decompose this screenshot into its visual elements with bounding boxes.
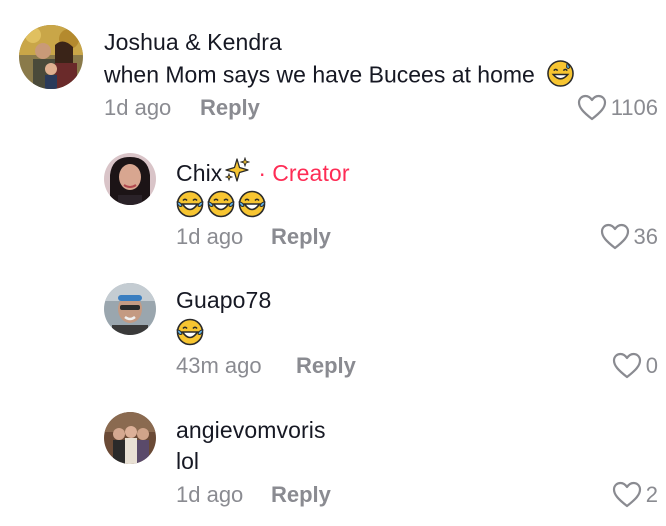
heart-icon [600, 223, 629, 250]
sparkles-icon [224, 156, 251, 189]
heart-icon [577, 94, 606, 121]
profile-photo-icon [104, 153, 156, 205]
comment-username[interactable]: angievomvoris [176, 417, 326, 444]
comment-username[interactable]: Chix [176, 160, 222, 187]
reply-button[interactable]: Reply [296, 353, 356, 379]
profile-photo-icon [104, 283, 156, 335]
comment-reply-item: Guapo78 43m ago Reply 0 [0, 270, 666, 398]
comment-username[interactable]: Guapo78 [176, 287, 271, 314]
comment-timestamp: 43m ago [176, 353, 262, 378]
comment-emoji-row [176, 190, 266, 224]
comment-timestamp: 1d ago [176, 224, 244, 249]
comment-text: lol [176, 448, 200, 474]
tears-of-joy-emoji-icon [176, 190, 204, 224]
like-button[interactable]: 0 [612, 352, 658, 379]
comment-timestamp: 1d ago [176, 482, 244, 507]
badge-separator: · [258, 159, 267, 186]
family-photo-icon [19, 25, 83, 89]
reply-button[interactable]: Reply [200, 95, 260, 121]
comment-reply-item: Chix · Creator 1d ago Reply 36 [0, 140, 666, 270]
like-count: 0 [645, 352, 658, 378]
creator-badge: Creator [272, 159, 350, 186]
avatar[interactable] [104, 283, 156, 335]
avatar[interactable] [104, 412, 156, 464]
comment-timestamp: 1d ago [104, 95, 172, 120]
tears-of-joy-emoji-icon [238, 190, 266, 224]
heart-icon [612, 352, 641, 379]
heart-icon [612, 481, 641, 508]
reply-button[interactable]: Reply [271, 224, 331, 250]
avatar[interactable] [19, 25, 83, 89]
avatar[interactable] [104, 153, 156, 205]
like-button[interactable]: 36 [600, 223, 658, 250]
tears-of-joy-emoji-icon [207, 190, 235, 224]
comment-text: when Mom says we have Bucees at home [104, 60, 575, 93]
comment-username[interactable]: Joshua & Kendra [104, 29, 282, 56]
tears-of-joy-emoji-icon [176, 318, 204, 352]
profile-photo-icon [104, 412, 156, 464]
like-count: 2 [645, 481, 658, 507]
comment-item: Joshua & Kendra when Mom says we have Bu… [0, 0, 666, 140]
like-button[interactable]: 2 [612, 481, 658, 508]
comment-emoji-row [176, 318, 204, 352]
like-count: 1106 [610, 94, 658, 120]
comment-username-row: Chix · Creator [176, 156, 350, 189]
comment-reply-item: angievomvoris lol 1d ago Reply 2 [0, 398, 666, 526]
grinning-sweat-emoji-icon [547, 60, 575, 93]
like-count: 36 [633, 223, 658, 249]
like-button[interactable]: 1106 [577, 94, 658, 121]
reply-button[interactable]: Reply [271, 482, 331, 508]
comment-text-content: when Mom says we have Bucees at home [104, 61, 535, 88]
